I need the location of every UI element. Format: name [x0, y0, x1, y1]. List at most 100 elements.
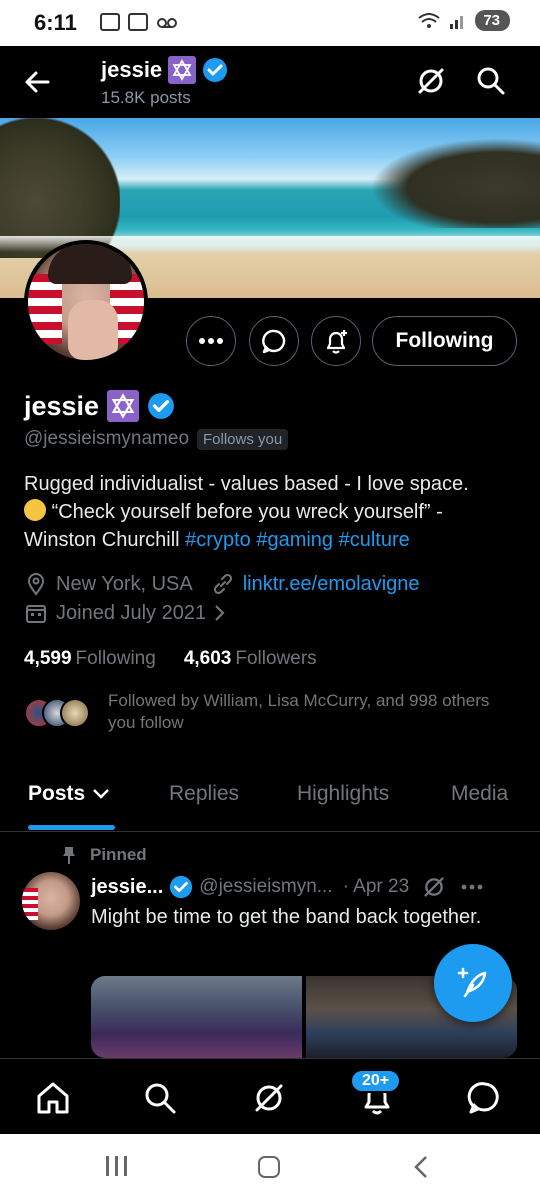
search-icon[interactable] [474, 64, 508, 98]
hashtag-crypto[interactable]: #crypto [185, 529, 251, 551]
post-author-handle: @jessieismyn... [199, 876, 333, 897]
star-of-david-icon [168, 56, 197, 84]
status-time: 6:11 [34, 10, 77, 35]
header-post-count: 15.8K posts [101, 88, 191, 107]
bio-line-3: Winston Churchill [24, 529, 180, 551]
wifi-icon [418, 12, 440, 28]
post-header: jessie... @jessieismyn... · Apr 23 [91, 874, 521, 900]
grok-icon[interactable] [250, 1079, 288, 1117]
pin-icon [63, 847, 75, 864]
post-text: Might be time to get the band back toget… [91, 906, 482, 928]
battery-indicator: 73 [475, 10, 510, 31]
following-button[interactable]: Following [372, 316, 517, 366]
mutual-avatar [60, 698, 90, 728]
active-tab-indicator [28, 825, 115, 830]
notify-button[interactable] [311, 316, 361, 366]
chevron-right-icon [215, 605, 225, 621]
post-avatar[interactable] [22, 872, 80, 930]
profile-header: jessie 15.8K posts [0, 46, 540, 118]
bio-line-1: Rugged individualist - values based - I … [24, 473, 469, 495]
status-right: 73 [417, 10, 510, 31]
location-pin-icon [27, 573, 45, 596]
more-dots-icon [199, 338, 223, 344]
post-avatar-flag [22, 888, 38, 920]
bottom-navigation: 20+ [0, 1058, 540, 1134]
scientist-emoji-icon [24, 499, 46, 521]
chevron-down-icon [93, 789, 110, 799]
followers-stat[interactable]: 4,603 Followers [184, 648, 317, 670]
grok-icon[interactable] [414, 64, 448, 98]
link-icon [213, 573, 232, 595]
recents-button[interactable] [106, 1156, 127, 1176]
profile-handle-row: @jessieismynameo Follows you [24, 428, 289, 450]
calendar-icon [128, 13, 148, 31]
more-options-button[interactable] [186, 316, 236, 366]
profile-link[interactable]: linktr.ee/emolavigne [243, 573, 420, 596]
messages-icon[interactable] [466, 1079, 504, 1117]
post-date[interactable]: · Apr 23 [343, 876, 410, 898]
message-button[interactable] [249, 316, 299, 366]
search-icon[interactable] [141, 1079, 179, 1117]
star-of-david-icon [107, 390, 140, 422]
post-media-image-1[interactable] [91, 976, 302, 1058]
followed-by-text: Followed by William, Lisa McCurry, and 9… [108, 691, 490, 732]
follows-you-badge: Follows you [197, 428, 289, 450]
compose-post-button[interactable] [434, 944, 512, 1022]
verified-badge-icon [148, 393, 175, 419]
feather-plus-icon [457, 967, 487, 998]
profile-handle: @jessieismynameo [24, 428, 190, 449]
profile-name: jessie [24, 390, 100, 421]
system-back-icon[interactable] [410, 1154, 434, 1180]
calendar-icon [26, 605, 46, 623]
following-count: 4,599 [24, 648, 72, 669]
avatar-flag-left [28, 274, 62, 344]
mutual-avatars [24, 698, 94, 732]
screenshot-icon [100, 13, 120, 31]
followed-by-row[interactable]: Followed by William, Lisa McCurry, and 9… [24, 690, 498, 734]
tab-posts[interactable]: Posts [28, 782, 111, 806]
avatar-hand [68, 300, 118, 360]
profile-joined-row[interactable]: Joined July 2021 [24, 601, 228, 625]
followers-count: 4,603 [183, 648, 232, 669]
following-label: Following [75, 648, 156, 669]
grok-icon[interactable] [421, 874, 447, 900]
bio-line-2: “Check yourself before you wreck yoursel… [51, 501, 443, 523]
back-arrow-icon[interactable] [20, 64, 56, 100]
notifications-badge: 20+ [350, 1069, 402, 1093]
profile-meta-row: New York, USA linktr.ee/emolavigne [24, 572, 420, 596]
pinned-label-row: Pinned [60, 845, 147, 865]
status-icons [100, 13, 178, 31]
system-navigation-bar [0, 1134, 540, 1200]
hashtag-gaming[interactable]: #gaming [256, 529, 333, 551]
post-more-icon[interactable] [461, 883, 483, 891]
tab-replies[interactable]: Replies [169, 782, 239, 806]
tab-highlights[interactable]: Highlights [297, 782, 389, 806]
verified-badge-icon [170, 875, 193, 899]
banner-rock-right [370, 138, 540, 228]
header-title-block: jessie 15.8K posts [101, 56, 228, 108]
status-bar: 6:11 73 [0, 0, 540, 46]
profile-avatar[interactable] [24, 240, 148, 364]
profile-tabs: Posts Replies Highlights Media [0, 770, 540, 832]
voicemail-icon [157, 18, 177, 28]
profile-location: New York, USA [56, 572, 193, 595]
tab-media[interactable]: Media [451, 782, 508, 806]
message-bubble-icon [262, 329, 286, 354]
header-title: jessie [101, 57, 163, 82]
verified-badge-icon [203, 58, 228, 82]
home-icon[interactable] [34, 1079, 72, 1117]
pinned-label: Pinned [90, 845, 147, 864]
profile-stats: 4,599 Following 4,603 Followers [24, 648, 317, 670]
hashtag-culture[interactable]: #culture [339, 529, 410, 551]
bell-plus-icon [326, 330, 347, 354]
profile-joined: Joined July 2021 [56, 601, 207, 624]
profile-bio: Rugged individualist - values based - I … [24, 470, 524, 554]
post-author-name[interactable]: jessie... [91, 876, 163, 899]
tab-posts-label: Posts [28, 782, 86, 805]
followers-label: Followers [235, 648, 317, 669]
avatar-hair [48, 244, 132, 284]
profile-name-row: jessie [24, 390, 175, 422]
home-button[interactable] [258, 1156, 280, 1178]
following-stat[interactable]: 4,599 Following [24, 648, 156, 670]
signal-icon [450, 15, 464, 29]
